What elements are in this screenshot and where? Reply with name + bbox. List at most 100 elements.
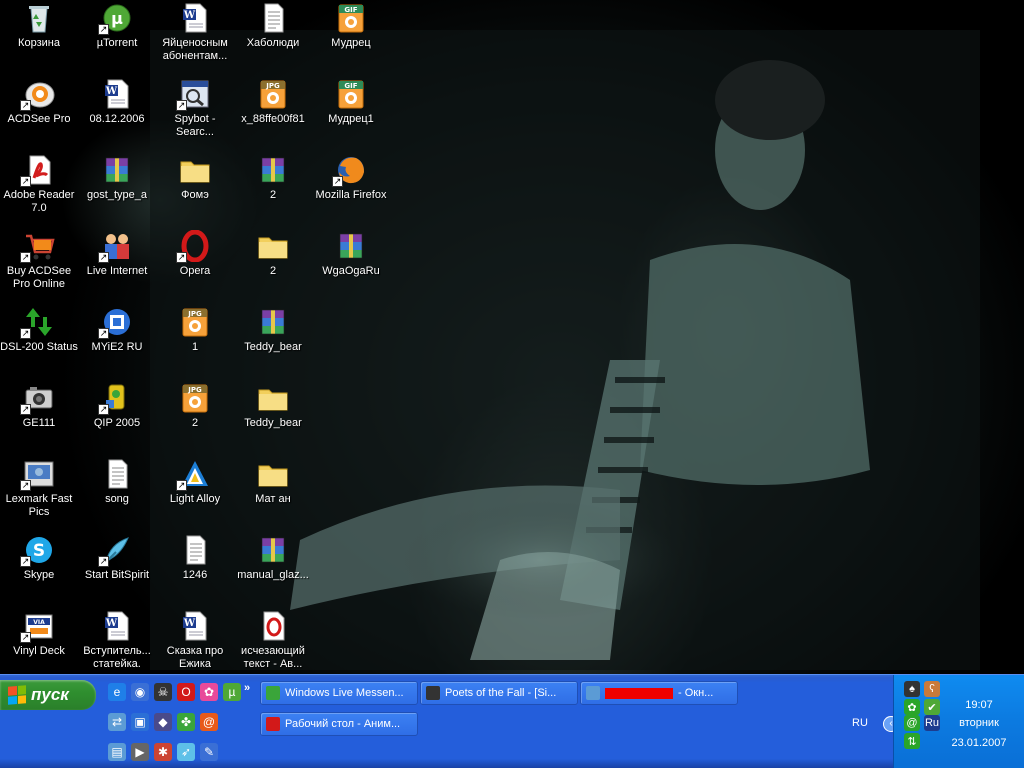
desktop-icon[interactable]: ↗ Live Internet: [78, 230, 156, 304]
desktop-icon[interactable]: ↗ ACDSee Pro: [0, 78, 78, 152]
folder-icon: [256, 458, 290, 490]
desktop-icon[interactable]: gost_type_a: [78, 154, 156, 228]
document-icon[interactable]: ▤: [108, 743, 126, 761]
desktop-icon[interactable]: Хаболюди: [234, 2, 312, 76]
taskbar-button[interactable]: Рабочий стол - Аним...: [260, 712, 418, 736]
desktop-icon[interactable]: VIA ↗ Vinyl Deck: [0, 610, 78, 674]
desktop-icon[interactable]: ↗ Adobe Reader 7.0: [0, 154, 78, 228]
opera-icon: ↗: [176, 229, 212, 263]
internet-explorer-icon[interactable]: e: [108, 683, 126, 701]
at-sign-icon[interactable]: @: [904, 715, 920, 731]
acdsee-icon: ↗: [20, 78, 56, 111]
desktop-icon[interactable]: исчезающий текст - Ав...: [234, 610, 312, 674]
clock-time[interactable]: 19:07: [934, 699, 1024, 711]
desktop-icon[interactable]: Teddy_bear: [234, 382, 312, 456]
desktop-icon-label: ACDSee Pro: [7, 113, 71, 125]
at-sign-icon[interactable]: @: [200, 713, 218, 731]
desktop-icon[interactable]: GIF Мудрец: [312, 2, 390, 76]
desktop-icon-label: x_88ffe00f81: [241, 113, 305, 125]
desktop-icon[interactable]: S ↗ Skype: [0, 534, 78, 608]
desktop-icon[interactable]: ↗ Opera: [156, 229, 234, 304]
desktop-icon-label: Buy ACDSee Pro Online: [6, 265, 72, 290]
drop-icon[interactable]: ◆: [154, 713, 172, 731]
desktop-icon[interactable]: ↗ Buy ACDSee Pro Online: [0, 230, 78, 304]
winrar-archive-icon: [256, 306, 290, 338]
desktop-icon[interactable]: W Сказка про Ежика: [156, 610, 234, 674]
svg-text:W: W: [183, 618, 196, 629]
jpg-image-icon: JPG: [178, 382, 212, 414]
svg-text:GIF: GIF: [344, 82, 357, 90]
browser-icon[interactable]: ◉: [131, 683, 149, 701]
desktop-icon[interactable]: W Вступитель... статейка.: [78, 610, 156, 674]
desktop-icon[interactable]: ↗ QIP 2005: [78, 382, 156, 456]
desktop-icon[interactable]: Фомэ: [156, 154, 234, 228]
taskbar-button-label: Рабочий стол - Аним...: [285, 718, 401, 730]
folder-icon: [256, 230, 290, 262]
desktop[interactable]: Корзина µ ↗ µTorrent W Яйценосным абонентам..…: [0, 0, 1024, 674]
quick-launch-chevron[interactable]: »: [244, 682, 250, 694]
gif-image-icon: GIF: [334, 78, 368, 110]
start-button-label: пуск: [31, 685, 69, 704]
desktop-icon[interactable]: ↗ Start BitSpirit: [78, 534, 156, 608]
language-indicator[interactable]: RU: [852, 717, 868, 729]
desktop-icon[interactable]: W 08.12.2006: [78, 78, 156, 152]
desktop-icon[interactable]: JPG x_88ffe00f81: [234, 78, 312, 152]
jpg-image-icon: JPG: [256, 78, 290, 110]
shortcut-arrow-icon: ↗: [98, 556, 109, 567]
utorrent-icon[interactable]: µ: [223, 683, 241, 701]
network-icon[interactable]: ⇄: [108, 713, 126, 731]
myie2-icon[interactable]: ▣: [131, 713, 149, 731]
folder-icon: [256, 382, 290, 414]
shortcut-arrow-icon: ↗: [20, 480, 31, 491]
bug-icon[interactable]: ✱: [154, 743, 172, 761]
skull-icon[interactable]: ☠: [154, 683, 172, 701]
desktop-icon[interactable]: song: [78, 458, 156, 532]
start-button[interactable]: пуск: [0, 680, 96, 710]
taskbar-button[interactable]: - Окн...: [580, 681, 738, 705]
shortcut-arrow-icon: ↗: [98, 24, 109, 35]
bear-icon[interactable]: ʕ: [924, 681, 940, 697]
desktop-icon-label: Live Internet: [86, 265, 148, 277]
desktop-icon[interactable]: Teddy_bear: [234, 306, 312, 380]
taskbar-button[interactable]: Windows Live Messen...: [260, 681, 418, 705]
desktop-icon[interactable]: ↗ Light Alloy: [156, 458, 234, 532]
desktop-icon[interactable]: 2: [234, 230, 312, 304]
bitspirit-icon[interactable]: ➶: [177, 743, 195, 761]
desktop-icon[interactable]: ↗ GE111: [0, 382, 78, 456]
media-player-icon[interactable]: ▶: [131, 743, 149, 761]
taskbar-button[interactable]: Poets of the Fall - [Si...: [420, 681, 578, 705]
opera-icon[interactable]: O: [177, 683, 195, 701]
desktop-icon[interactable]: µ ↗ µTorrent: [78, 2, 156, 76]
pen-icon[interactable]: ✎: [200, 743, 218, 761]
qip-flower-icon[interactable]: ✿: [904, 699, 920, 715]
desktop-icon-label: исчезающий текст - Ав...: [241, 645, 305, 670]
network-arrows-icon[interactable]: ⇅: [904, 733, 920, 749]
shortcut-arrow-icon: ↗: [98, 252, 109, 263]
desktop-icon[interactable]: ↗ DSL-200 Status: [0, 306, 78, 380]
desktop-icon[interactable]: GIF Мудрец1: [312, 78, 390, 152]
desktop-icon[interactable]: ↗ MYiE2 RU: [78, 306, 156, 380]
svg-text:S: S: [33, 541, 45, 561]
desktop-icon[interactable]: 2: [234, 154, 312, 228]
drop-icon[interactable]: ♠: [904, 681, 920, 697]
desktop-icon[interactable]: ↗ Lexmark Fast Pics: [0, 458, 78, 532]
desktop-icon[interactable]: ↗ Mozilla Firefox: [312, 154, 390, 228]
desktop-icon[interactable]: manual_glaz...: [234, 534, 312, 608]
desktop-icon[interactable]: JPG 2: [156, 382, 234, 456]
recycle-bin-icon: [22, 2, 56, 34]
desktop-icon[interactable]: W Яйценосным абонентам...: [156, 2, 234, 76]
desktop-icon[interactable]: ↗ Spybot - Searc...: [156, 78, 234, 152]
desktop-icon[interactable]: WgaOgaRu: [312, 230, 390, 304]
desktop-icon-label: Корзина: [18, 37, 60, 49]
desktop-icon[interactable]: JPG 1: [156, 306, 234, 380]
desktop-icon[interactable]: Корзина: [0, 2, 78, 76]
desktop-icon-label: manual_glaz...: [237, 569, 309, 581]
qip-icon[interactable]: ✤: [177, 713, 195, 731]
desktop-icon[interactable]: Мат ан: [234, 458, 312, 532]
desktop-icon-label: Мудрец1: [328, 113, 374, 125]
shortcut-arrow-icon: ↗: [98, 328, 109, 339]
desktop-icon[interactable]: 1246: [156, 534, 234, 608]
opera-icon: [266, 717, 280, 731]
flower-icon[interactable]: ✿: [200, 683, 218, 701]
gif-image-icon: GIF: [334, 2, 368, 34]
